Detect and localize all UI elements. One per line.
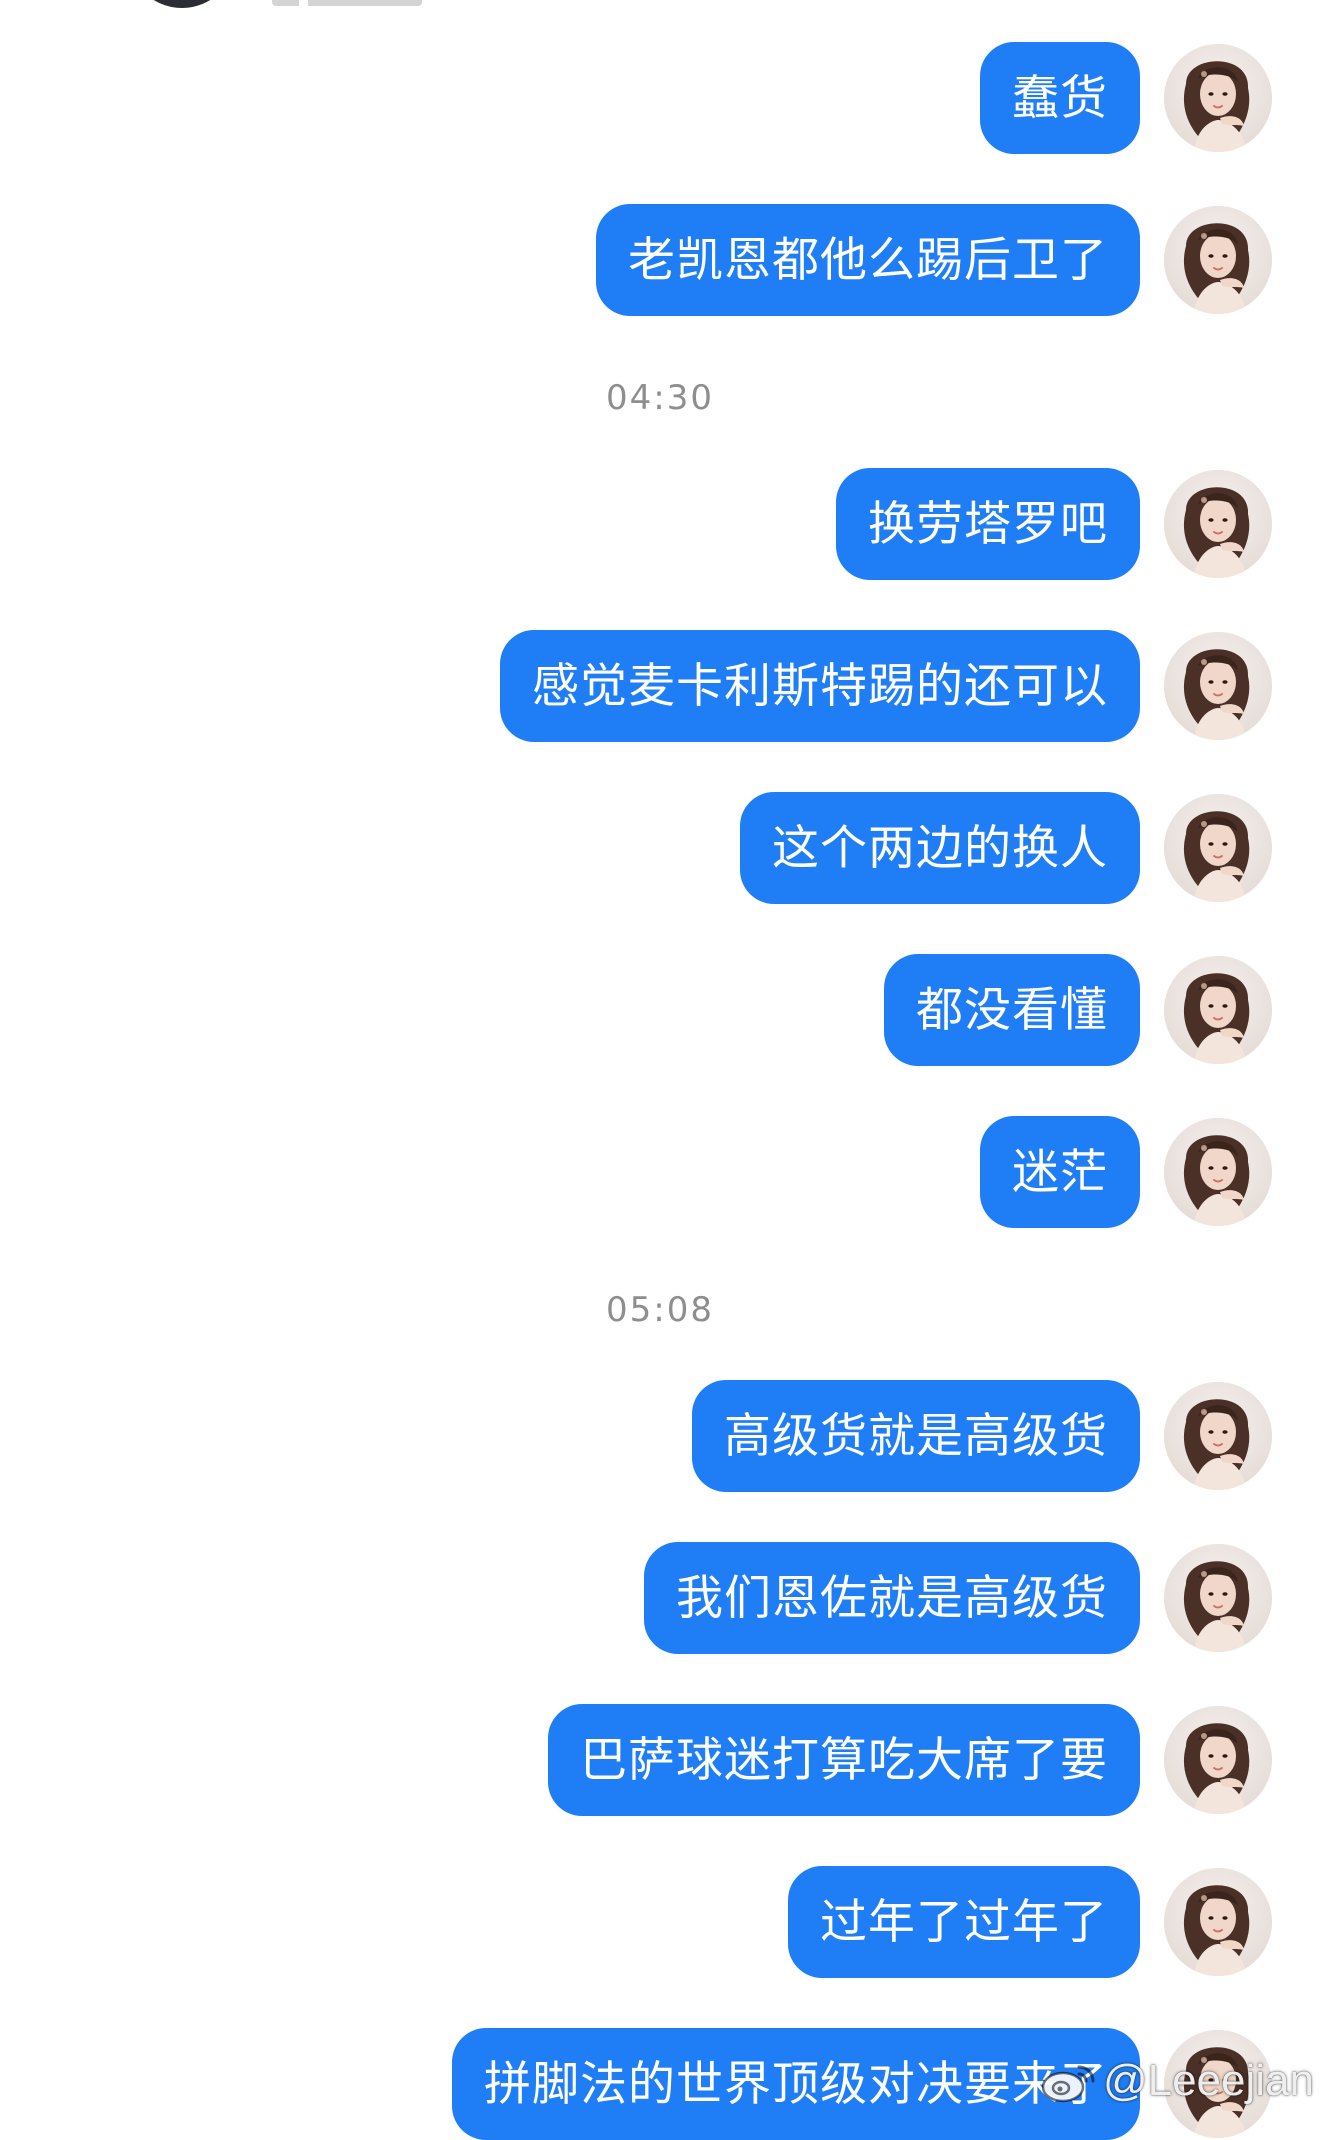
message-bubble[interactable]: 拼脚法的世界顶级对决要来了 xyxy=(452,2028,1140,2140)
timestamp-text: 05:08 xyxy=(606,1290,714,1330)
user-avatar[interactable] xyxy=(1164,1382,1272,1490)
user-avatar[interactable] xyxy=(1164,1544,1272,1652)
weibo-icon xyxy=(1041,2065,1095,2103)
user-avatar[interactable] xyxy=(1164,632,1272,740)
message-bubble[interactable]: 高级货就是高级货 xyxy=(692,1380,1140,1492)
message-bubble[interactable]: 都没看懂 xyxy=(884,954,1140,1066)
user-avatar[interactable] xyxy=(1164,206,1272,314)
message-bubble[interactable]: 迷茫 xyxy=(980,1116,1140,1228)
timestamp-divider: 05:08 xyxy=(0,1290,1320,1330)
user-avatar[interactable] xyxy=(1164,470,1272,578)
user-avatar[interactable] xyxy=(1164,1118,1272,1226)
message-bubble[interactable]: 我们恩佐就是高级货 xyxy=(644,1542,1140,1654)
contact-avatar[interactable] xyxy=(128,0,236,8)
partial-message-preview xyxy=(272,0,422,6)
timestamp-divider: 04:30 xyxy=(0,378,1320,418)
message-bubble[interactable]: 这个两边的换人 xyxy=(740,792,1140,904)
user-avatar[interactable] xyxy=(1164,956,1272,1064)
user-avatar[interactable] xyxy=(1164,1706,1272,1814)
message-bubble[interactable]: 蠢货 xyxy=(980,42,1140,154)
watermark-text: @Leeejian xyxy=(1102,2056,1314,2105)
message-bubble[interactable]: 老凯恩都他么踢后卫了 xyxy=(596,204,1140,316)
message-bubble[interactable]: 过年了过年了 xyxy=(788,1866,1140,1978)
message-bubble[interactable]: 换劳塔罗吧 xyxy=(836,468,1140,580)
message-bubble[interactable]: 感觉麦卡利斯特踢的还可以 xyxy=(500,630,1140,742)
user-avatar[interactable] xyxy=(1164,794,1272,902)
chat-message-list[interactable]: 蠢货 老凯恩都他么踢后卫了 04:30 换劳塔罗吧 感觉麦卡利斯特踢的还可以 这… xyxy=(0,0,1320,2140)
user-avatar[interactable] xyxy=(1164,1868,1272,1976)
user-avatar[interactable] xyxy=(1164,44,1272,152)
message-bubble[interactable]: 巴萨球迷打算吃大席了要 xyxy=(548,1704,1140,1816)
watermark: @Leeejian xyxy=(1041,2049,1314,2113)
timestamp-text: 04:30 xyxy=(606,378,714,418)
